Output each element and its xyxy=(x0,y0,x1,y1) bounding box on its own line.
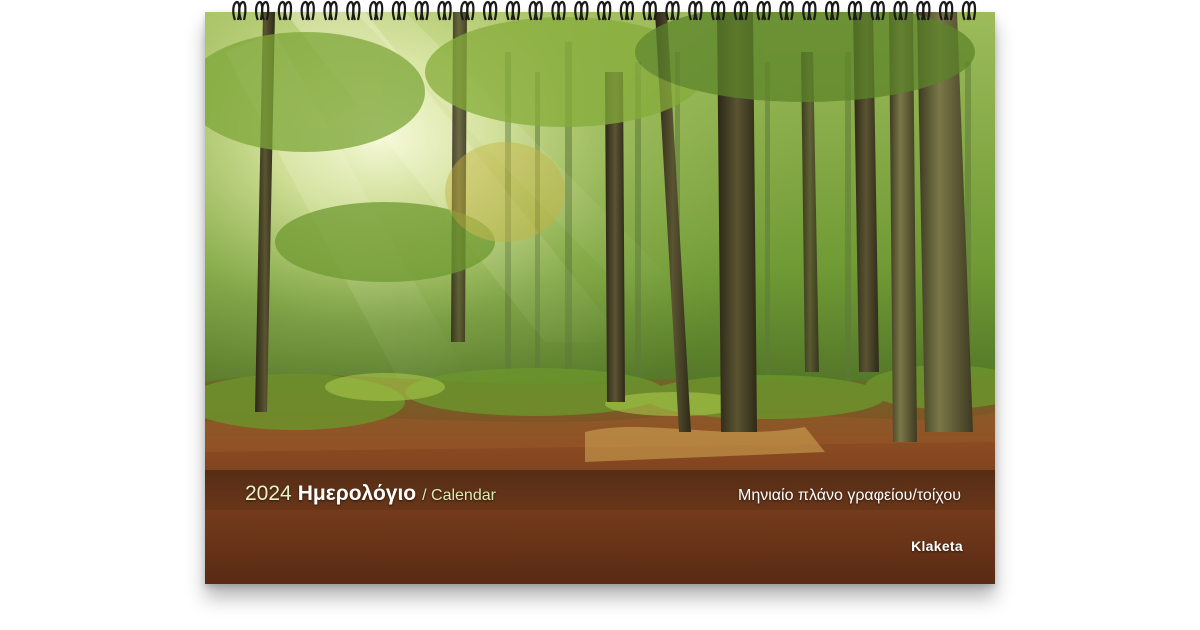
calendar-subtitle: Μηνιαίο πλάνο γραφείου/τοίχου xyxy=(738,487,961,504)
spiral-loop xyxy=(482,0,498,21)
spiral-loop xyxy=(574,0,589,21)
spiral-loop xyxy=(254,0,270,21)
spiral-loop xyxy=(847,0,863,21)
spiral-loop xyxy=(300,0,315,21)
spiral-loop xyxy=(824,0,840,21)
spiral-loop xyxy=(551,0,566,21)
spiral-loop xyxy=(346,0,361,21)
spiral-loop xyxy=(665,0,680,21)
calendar-cover: 2024 Ημερολόγιο / Calendar Μηνιαίο πλάνο… xyxy=(205,12,995,584)
spiral-loop xyxy=(961,0,977,21)
spiral-loop xyxy=(619,0,635,21)
calendar-year: 2024 xyxy=(245,482,292,505)
wire-spiral-binding xyxy=(232,0,977,21)
spiral-loop xyxy=(710,0,726,21)
spiral-loop xyxy=(437,0,452,21)
calendar-main-title: Ημερολόγιο xyxy=(297,482,417,505)
spiral-loop xyxy=(505,0,521,21)
spiral-loop xyxy=(893,0,908,21)
spiral-loop xyxy=(323,0,338,21)
calendar-title: 2024 Ημερολόγιο / Calendar xyxy=(245,482,496,506)
spiral-loop xyxy=(460,0,475,21)
spiral-loop xyxy=(870,0,885,21)
spiral-loop xyxy=(414,0,429,21)
spiral-loop xyxy=(596,0,612,21)
spiral-loop xyxy=(733,0,749,21)
spiral-loop xyxy=(938,0,954,21)
spiral-loop xyxy=(756,0,771,21)
spiral-loop xyxy=(391,0,407,21)
calendar-title-suffix: / Calendar xyxy=(422,487,496,504)
spiral-loop xyxy=(528,0,543,21)
spiral-loop xyxy=(277,0,293,21)
spiral-loop xyxy=(802,0,817,21)
spiral-loop xyxy=(779,0,794,21)
spiral-loop xyxy=(642,0,657,21)
spiral-loop xyxy=(688,0,703,21)
spiral-loop xyxy=(232,0,247,21)
spiral-loop xyxy=(916,0,931,21)
brand-logo: Klaketa xyxy=(911,538,963,554)
spiral-loop xyxy=(368,0,384,21)
